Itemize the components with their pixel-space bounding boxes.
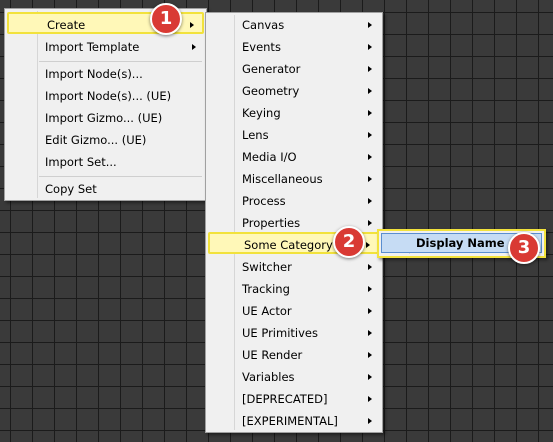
submenu-arrow-icon bbox=[368, 220, 372, 226]
menu-item-label: Display Name bbox=[416, 236, 505, 250]
context-menu: Create Import Template Import Node(s)...… bbox=[4, 8, 207, 201]
menu-item-label: Edit Gizmo... (UE) bbox=[45, 133, 147, 147]
menu-item-copy-set[interactable]: Copy Set bbox=[7, 178, 204, 200]
submenu-arrow-icon bbox=[190, 22, 194, 28]
menu-item-label: Import Node(s)... (UE) bbox=[45, 89, 172, 103]
submenu-arrow-icon bbox=[368, 110, 372, 116]
menu-item-label: Lens bbox=[242, 128, 269, 142]
submenu-item-events[interactable]: Events bbox=[208, 36, 380, 58]
menu-item-import-set[interactable]: Import Set... bbox=[7, 151, 204, 173]
submenu-item-ue-render[interactable]: UE Render bbox=[208, 344, 380, 366]
menu-item-edit-gizmo-ue[interactable]: Edit Gizmo... (UE) bbox=[7, 129, 204, 151]
menu-item-label: Events bbox=[242, 40, 281, 54]
submenu-arrow-icon bbox=[368, 308, 372, 314]
submenu-item-variables[interactable]: Variables bbox=[208, 366, 380, 388]
menu-item-label: Import Node(s)... bbox=[45, 67, 143, 81]
menu-item-label: UE Render bbox=[242, 348, 303, 362]
menu-item-label: Import Set... bbox=[45, 155, 117, 169]
submenu-arrow-icon bbox=[368, 418, 372, 424]
submenu-arrow-icon bbox=[368, 44, 372, 50]
submenu-arrow-icon bbox=[368, 66, 372, 72]
submenu-item-experimental[interactable]: [EXPERIMENTAL] bbox=[208, 410, 380, 432]
submenu-arrow-icon bbox=[368, 264, 372, 270]
submenu-item-deprecated[interactable]: [DEPRECATED] bbox=[208, 388, 380, 410]
menu-item-label: UE Actor bbox=[242, 304, 292, 318]
menu-item-label: Generator bbox=[242, 62, 301, 76]
callout-badge-2: 2 bbox=[333, 226, 365, 258]
menu-item-label: Import Gizmo... (UE) bbox=[45, 111, 163, 125]
menu-item-label: Some Category bbox=[244, 238, 333, 252]
submenu-item-keying[interactable]: Keying bbox=[208, 102, 380, 124]
menu-item-label: Media I/O bbox=[242, 150, 297, 164]
submenu-arrow-icon bbox=[368, 154, 372, 160]
menu-item-label: [EXPERIMENTAL] bbox=[242, 414, 338, 428]
menu-item-label: Process bbox=[242, 194, 286, 208]
submenu-arrow-icon bbox=[368, 88, 372, 94]
submenu-item-generator[interactable]: Generator bbox=[208, 58, 380, 80]
submenu-arrow-icon bbox=[368, 286, 372, 292]
submenu-item-miscellaneous[interactable]: Miscellaneous bbox=[208, 168, 380, 190]
menu-item-label: Canvas bbox=[242, 18, 285, 32]
menu-item-label: Copy Set bbox=[45, 182, 97, 196]
submenu-item-ue-primitives[interactable]: UE Primitives bbox=[208, 322, 380, 344]
menu-item-import-nodes-ue[interactable]: Import Node(s)... (UE) bbox=[7, 85, 204, 107]
submenu-item-ue-actor[interactable]: UE Actor bbox=[208, 300, 380, 322]
menu-item-import-nodes[interactable]: Import Node(s)... bbox=[7, 63, 204, 85]
menu-item-label: Properties bbox=[242, 216, 301, 230]
menu-item-import-gizmo-ue[interactable]: Import Gizmo... (UE) bbox=[7, 107, 204, 129]
submenu-arrow-icon bbox=[368, 330, 372, 336]
menu-separator bbox=[39, 61, 202, 62]
submenu-arrow-icon bbox=[368, 198, 372, 204]
submenu-arrow-icon bbox=[368, 22, 372, 28]
menu-item-label: UE Primitives bbox=[242, 326, 318, 340]
callout-badge-1: 1 bbox=[150, 3, 182, 35]
menu-item-label: Geometry bbox=[242, 84, 300, 98]
submenu-item-lens[interactable]: Lens bbox=[208, 124, 380, 146]
menu-item-import-template[interactable]: Import Template bbox=[7, 36, 204, 58]
submenu-arrow-icon bbox=[368, 176, 372, 182]
submenu-arrow-icon bbox=[366, 242, 370, 248]
menu-item-label: Miscellaneous bbox=[242, 172, 323, 186]
menu-item-label: Keying bbox=[242, 106, 281, 120]
submenu-item-tracking[interactable]: Tracking bbox=[208, 278, 380, 300]
callout-badge-3: 3 bbox=[508, 232, 540, 264]
submenu-arrow-icon bbox=[368, 374, 372, 380]
submenu-item-canvas[interactable]: Canvas bbox=[208, 14, 380, 36]
submenu-item-process[interactable]: Process bbox=[208, 190, 380, 212]
submenu-item-media-io[interactable]: Media I/O bbox=[208, 146, 380, 168]
menu-item-label: [DEPRECATED] bbox=[242, 392, 328, 406]
menu-item-label: Switcher bbox=[242, 260, 292, 274]
menu-item-label: Variables bbox=[242, 370, 295, 384]
submenu-arrow-icon bbox=[368, 396, 372, 402]
submenu-item-geometry[interactable]: Geometry bbox=[208, 80, 380, 102]
submenu-item-switcher[interactable]: Switcher bbox=[208, 256, 380, 278]
menu-item-label: Create bbox=[47, 18, 86, 32]
submenu-arrow-icon bbox=[192, 44, 196, 50]
menu-item-label: Tracking bbox=[242, 282, 290, 296]
submenu-arrow-icon bbox=[368, 132, 372, 138]
menu-item-label: Import Template bbox=[45, 40, 140, 54]
menu-separator bbox=[39, 176, 202, 177]
submenu-arrow-icon bbox=[368, 352, 372, 358]
create-submenu: Canvas Events Generator Geometry Keying … bbox=[205, 12, 383, 433]
